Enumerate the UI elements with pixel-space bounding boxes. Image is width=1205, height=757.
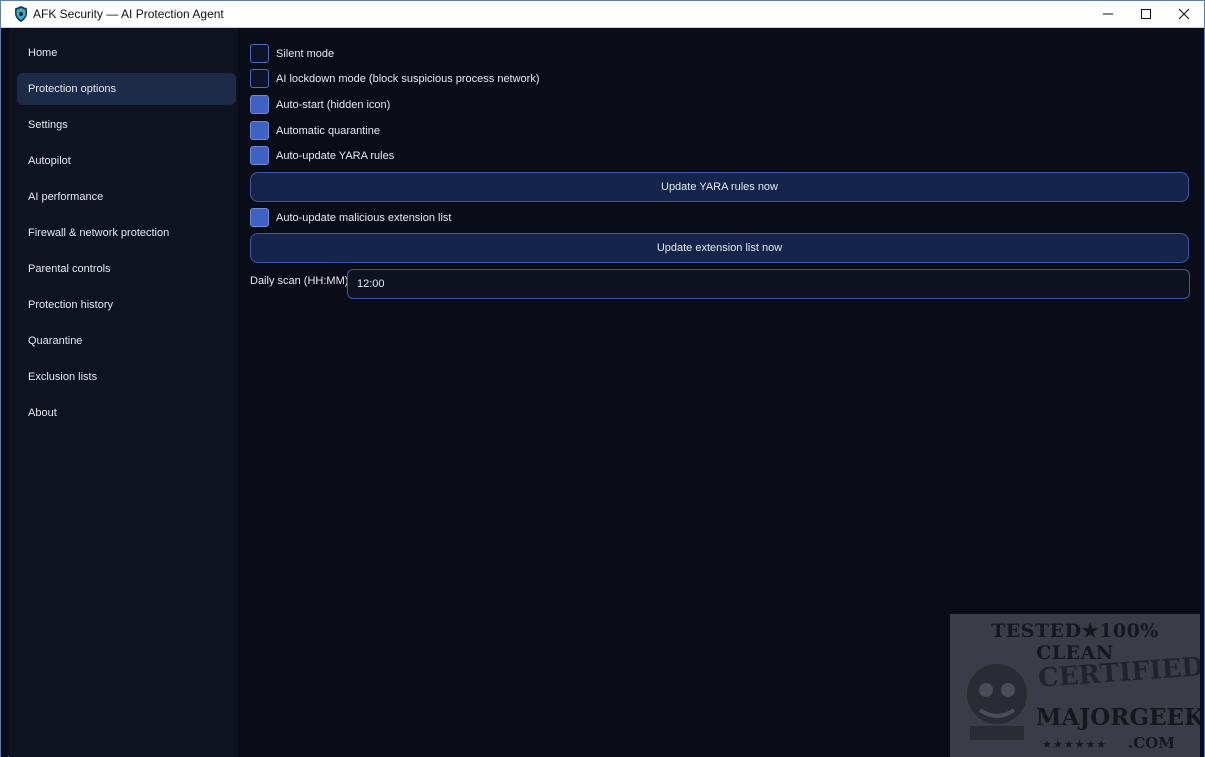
app-window: AFK Security — AI Protection Agent Home … xyxy=(0,0,1205,757)
silent-mode-checkbox[interactable] xyxy=(250,44,269,63)
ai-lockdown-label: AI lockdown mode (block suspicious proce… xyxy=(276,72,540,85)
sidebar-item-home[interactable]: Home xyxy=(17,37,236,69)
auto-quarantine-label: Automatic quarantine xyxy=(276,124,380,137)
shield-icon xyxy=(14,6,28,22)
auto-start-option[interactable]: Auto-start (hidden icon) xyxy=(250,94,390,115)
auto-update-extensions-option[interactable]: Auto-update malicious extension list xyxy=(250,207,451,228)
minimize-button[interactable] xyxy=(1089,1,1127,27)
update-yara-button[interactable]: Update YARA rules now xyxy=(250,172,1189,202)
title-bar[interactable]: AFK Security — AI Protection Agent xyxy=(1,1,1204,28)
daily-scan-input[interactable]: 12:00 xyxy=(347,269,1190,299)
auto-update-yara-label: Auto-update YARA rules xyxy=(276,149,395,162)
auto-update-yara-option[interactable]: Auto-update YARA rules xyxy=(250,145,394,166)
sidebar-item-protection-history[interactable]: Protection history xyxy=(17,289,236,321)
window-edge xyxy=(1,28,8,757)
auto-quarantine-option[interactable]: Automatic quarantine xyxy=(250,120,380,141)
mascot-icon xyxy=(967,664,1027,740)
watermark-stars: ★★★★★★ xyxy=(1042,739,1108,751)
maximize-button[interactable] xyxy=(1127,1,1165,27)
watermark-site-text: .COM xyxy=(1128,734,1175,752)
auto-start-label: Auto-start (hidden icon) xyxy=(276,98,391,111)
sidebar: Home Protection options Settings Autopil… xyxy=(9,28,238,757)
silent-mode-option[interactable]: Silent mode xyxy=(250,43,334,64)
update-extensions-button[interactable]: Update extension list now xyxy=(250,233,1189,263)
window-title: AFK Security — AI Protection Agent xyxy=(33,7,224,21)
sidebar-item-autopilot[interactable]: Autopilot xyxy=(17,145,236,177)
sidebar-item-ai-performance[interactable]: AI performance xyxy=(17,181,236,213)
sidebar-item-exclusion-lists[interactable]: Exclusion lists xyxy=(17,361,236,393)
daily-scan-label: Daily scan (HH:MM) xyxy=(250,275,349,287)
maximize-icon xyxy=(1141,9,1151,19)
sidebar-item-parental-controls[interactable]: Parental controls xyxy=(17,253,236,285)
auto-update-extensions-checkbox[interactable] xyxy=(250,208,269,227)
watermark-brand-text: MAJORGEEKS xyxy=(1036,704,1200,731)
auto-quarantine-checkbox[interactable] xyxy=(250,121,269,140)
auto-update-extensions-label: Auto-update malicious extension list xyxy=(276,211,452,224)
silent-mode-label: Silent mode xyxy=(276,47,335,60)
ai-lockdown-checkbox[interactable] xyxy=(250,69,269,88)
auto-start-checkbox[interactable] xyxy=(250,95,269,114)
minimize-icon xyxy=(1103,13,1113,15)
auto-update-yara-checkbox[interactable] xyxy=(250,146,269,165)
majorgeeks-watermark: TESTED★100% CLEAN CERTIFIED MAJORGEEKS ★… xyxy=(950,614,1200,757)
sidebar-item-firewall[interactable]: Firewall & network protection xyxy=(17,217,236,249)
sidebar-item-quarantine[interactable]: Quarantine xyxy=(17,325,236,357)
close-button[interactable] xyxy=(1165,1,1203,27)
sidebar-item-protection-options[interactable]: Protection options xyxy=(17,73,236,105)
sidebar-item-about[interactable]: About xyxy=(17,397,236,429)
close-icon xyxy=(1178,8,1190,20)
ai-lockdown-option[interactable]: AI lockdown mode (block suspicious proce… xyxy=(250,68,540,89)
sidebar-item-settings[interactable]: Settings xyxy=(17,109,236,141)
